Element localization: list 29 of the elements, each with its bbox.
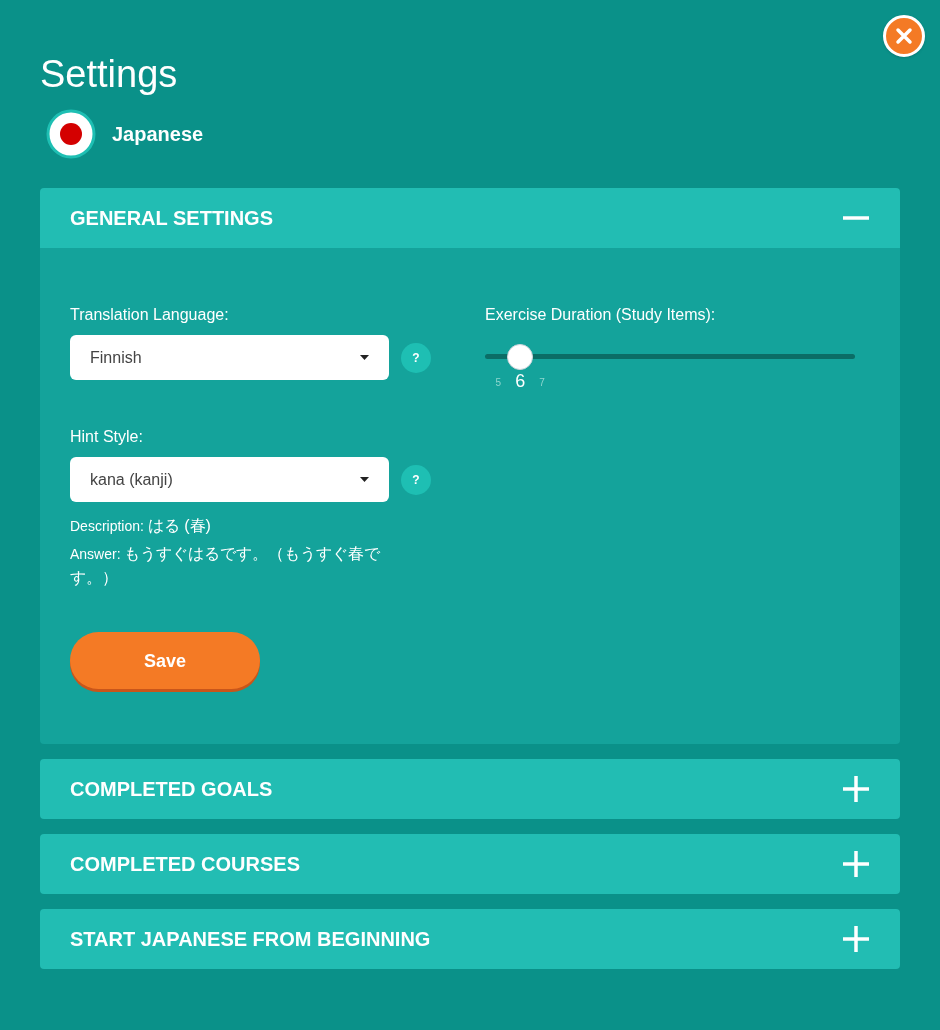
- save-button[interactable]: Save: [70, 632, 260, 689]
- accordion-header[interactable]: START JAPANESE FROM BEGINNING: [40, 909, 900, 969]
- tick-label: 5: [495, 376, 502, 390]
- plus-icon: [842, 850, 870, 878]
- page-title: Settings: [40, 55, 179, 93]
- accordion-header[interactable]: COMPLETED GOALS: [40, 759, 900, 819]
- plus-icon: [842, 925, 870, 953]
- hint-answer: Answer: もうすぐはるです。（もうすぐ春です。）: [70, 546, 381, 586]
- caret-icon: [360, 355, 369, 360]
- slider-value: 6: [515, 372, 526, 390]
- field-label: Translation Language:: [70, 305, 230, 325]
- minus-icon: [842, 216, 870, 220]
- help-button[interactable]: ?: [401, 342, 431, 373]
- slider-thumb[interactable]: [507, 344, 534, 370]
- accordion-header[interactable]: GENERAL SETTINGS: [40, 188, 900, 248]
- close-icon: [895, 27, 913, 45]
- caret-icon: [360, 477, 369, 482]
- hint-description: Description: はる (春): [70, 518, 211, 534]
- select-dropdown[interactable]: kana (kanji): [70, 457, 389, 502]
- tick-label: 7: [539, 376, 545, 390]
- help-button[interactable]: ?: [401, 464, 431, 495]
- japan-flag-icon: [46, 109, 96, 159]
- language-name: Japanese: [112, 122, 204, 147]
- select-dropdown[interactable]: Finnish: [70, 335, 389, 380]
- close-button[interactable]: [883, 15, 925, 57]
- plus-icon: [842, 775, 870, 803]
- field-label: Exercise Duration (Study Items):: [485, 305, 717, 325]
- accordion-header[interactable]: COMPLETED COURSES: [40, 834, 900, 894]
- field-label: Hint Style:: [70, 427, 144, 447]
